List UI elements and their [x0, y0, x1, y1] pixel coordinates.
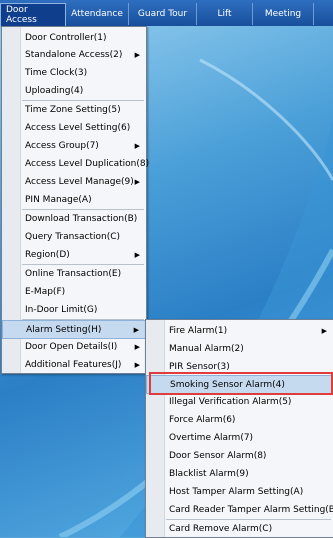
menu-item-label: Host Tamper Alarm Setting(A)	[169, 486, 304, 497]
menu-item-label: Door Sensor Alarm(8)	[169, 450, 267, 461]
menu-item-label: Blacklist Alarm(9)	[169, 468, 249, 479]
submenu-arrow-icon: ▶	[133, 325, 139, 334]
menu-item-label: Alarm Setting(H)	[26, 324, 102, 335]
menu-item-host-tamper-alarm-setting[interactable]: Host Tamper Alarm Setting(A)	[146, 483, 333, 500]
menu-item-label: Time Zone Setting(5)	[25, 104, 121, 115]
menu-item-label: Standalone Access(2)	[25, 49, 123, 60]
menubar-door-access[interactable]: Door Access	[0, 3, 66, 27]
menu-item-pin-manage[interactable]: PIN Manage(A)	[2, 191, 146, 208]
menu-item-door-controller[interactable]: Door Controller(1)	[2, 29, 146, 46]
menubar-attendance[interactable]: Attendance	[66, 3, 129, 25]
alarm-setting-submenu: Fire Alarm(1) ▶ Manual Alarm(2) PIR Senso…	[145, 319, 333, 538]
menu-item-time-zone-setting[interactable]: Time Zone Setting(5)	[2, 101, 146, 118]
submenu-arrow-icon: ▶	[321, 326, 327, 335]
menu-item-access-group[interactable]: Access Group(7) ▶	[2, 137, 146, 154]
menu-item-label: Online Transaction(E)	[25, 268, 122, 279]
menu-item-time-clock[interactable]: Time Clock(3)	[2, 64, 146, 81]
menu-item-label: PIR Sensor(3)	[169, 361, 230, 372]
menu-item-label: Time Clock(3)	[25, 67, 88, 78]
menu-item-illegal-verification-alarm[interactable]: Illegal Verification Alarm(5)	[146, 393, 333, 410]
menu-item-blacklist-alarm[interactable]: Blacklist Alarm(9)	[146, 465, 333, 482]
menu-item-overtime-alarm[interactable]: Overtime Alarm(7)	[146, 429, 333, 446]
menu-item-label: Door Controller(1)	[25, 32, 107, 43]
menu-item-e-map[interactable]: E-Map(F)	[2, 283, 146, 300]
submenu-arrow-icon: ▶	[134, 177, 140, 186]
menu-item-label: Query Transaction(C)	[25, 231, 121, 242]
red-highlight-box	[149, 372, 333, 395]
menu-item-alarm-setting[interactable]: Alarm Setting(H) ▶	[2, 320, 146, 339]
menu-item-force-alarm[interactable]: Force Alarm(6)	[146, 411, 333, 428]
menu-item-access-level-manage[interactable]: Access Level Manage(9) ▶	[2, 173, 146, 190]
menu-item-uploading[interactable]: Uploading(4)	[2, 82, 146, 99]
menu-item-standalone-access[interactable]: Standalone Access(2) ▶	[2, 46, 146, 63]
menubar-guard-tour[interactable]: Guard Tour	[129, 3, 197, 25]
menu-item-label: Access Level Duplication(8)	[25, 158, 150, 169]
menu-item-label: Force Alarm(6)	[169, 414, 236, 425]
menubar-lift[interactable]: Lift	[197, 3, 253, 25]
menu-item-label: Illegal Verification Alarm(5)	[169, 396, 292, 407]
menu-item-online-transaction[interactable]: Online Transaction(E)	[2, 265, 146, 282]
submenu-arrow-icon: ▶	[134, 50, 140, 59]
menu-item-fire-alarm[interactable]: Fire Alarm(1) ▶	[146, 322, 333, 339]
menu-item-query-transaction[interactable]: Query Transaction(C)	[2, 228, 146, 245]
menu-item-in-door-limit[interactable]: In-Door Limit(G)	[2, 301, 146, 318]
menu-item-label: Download Transaction(B)	[25, 213, 138, 224]
menu-item-region[interactable]: Region(D) ▶	[2, 246, 146, 263]
menu-item-manual-alarm[interactable]: Manual Alarm(2)	[146, 340, 333, 357]
menu-item-access-level-duplication[interactable]: Access Level Duplication(8)	[2, 155, 150, 172]
submenu-arrow-icon: ▶	[134, 342, 140, 351]
menu-item-label: Uploading(4)	[25, 85, 84, 96]
menu-item-label: Card Reader Tamper Alarm Setting(B)	[169, 504, 333, 515]
menu-item-label: Overtime Alarm(7)	[169, 432, 254, 443]
menu-item-label: Fire Alarm(1)	[169, 325, 228, 336]
menu-item-access-level-setting[interactable]: Access Level Setting(6)	[2, 119, 146, 136]
menu-item-label: In-Door Limit(G)	[25, 304, 98, 315]
submenu-arrow-icon: ▶	[134, 250, 140, 259]
menu-item-card-reader-tamper-alarm-setting[interactable]: Card Reader Tamper Alarm Setting(B)	[146, 501, 333, 518]
submenu-arrow-icon: ▶	[134, 360, 140, 369]
submenu-arrow-icon: ▶	[134, 141, 140, 150]
menu-item-label: Region(D)	[25, 249, 70, 260]
menu-item-label: Access Group(7)	[25, 140, 99, 151]
menu-item-additional-features[interactable]: Additional Features(J) ▶	[2, 356, 146, 373]
menu-item-card-remove-alarm[interactable]: Card Remove Alarm(C)	[146, 520, 333, 537]
menubar: Door Access Attendance Guard Tour Lift M…	[0, 0, 333, 27]
menu-item-label: Additional Features(J)	[25, 359, 122, 370]
menu-item-label: E-Map(F)	[25, 286, 66, 297]
menu-item-label: Access Level Setting(6)	[25, 122, 131, 133]
door-access-menu: Door Controller(1) Standalone Access(2) ▶…	[1, 26, 150, 374]
menu-item-label: Access Level Manage(9)	[25, 176, 134, 187]
menu-item-download-transaction[interactable]: Download Transaction(B)	[2, 210, 146, 227]
menu-item-door-open-details[interactable]: Door Open Details(I) ▶	[2, 338, 146, 355]
menu-item-door-sensor-alarm[interactable]: Door Sensor Alarm(8)	[146, 447, 333, 464]
menu-item-label: PIN Manage(A)	[25, 194, 92, 205]
menu-item-label: Card Remove Alarm(C)	[169, 523, 273, 534]
menu-item-label: Door Open Details(I)	[25, 341, 118, 352]
menubar-meeting[interactable]: Meeting	[253, 3, 314, 25]
menu-item-label: Manual Alarm(2)	[169, 343, 244, 354]
